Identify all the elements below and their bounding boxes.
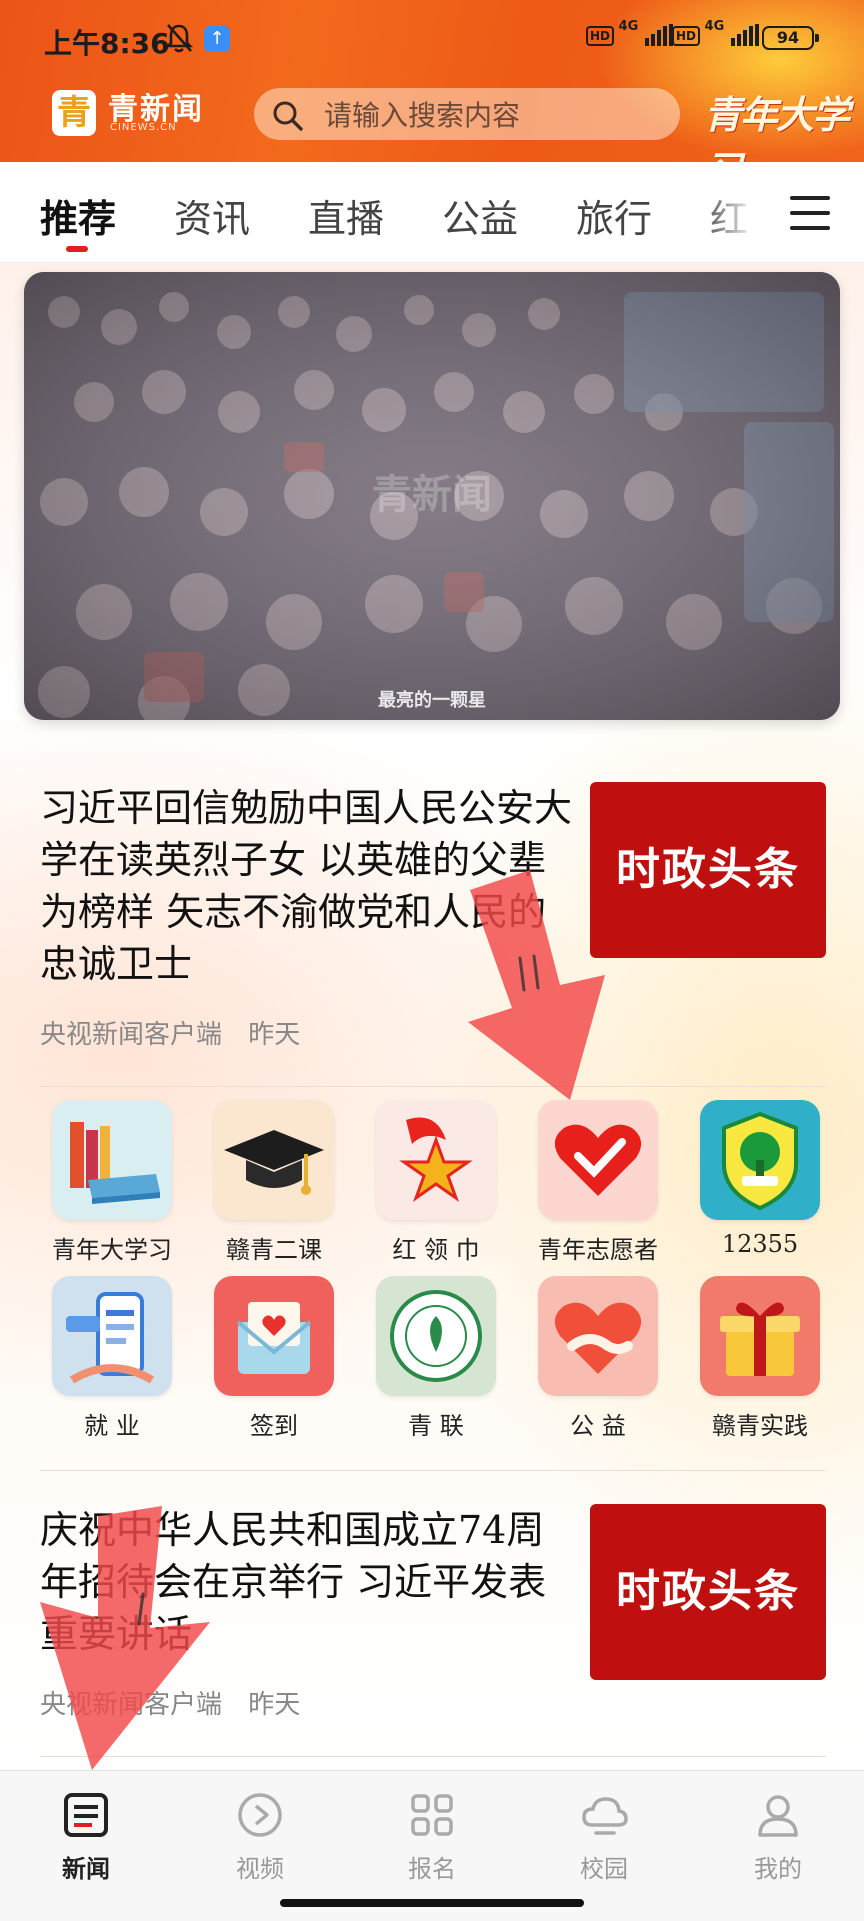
status-time: 上午8:36 [44,27,170,60]
bottom-navigation: 新闻 视频 报名 校园 我的 [0,1770,864,1921]
news-source: 央视新闻客户端 [40,1690,223,1720]
news-title[interactable]: 习近平回信勉励中国人民公安大学在读英烈子女 以英雄的父辈为榜样 矢志不渝做党和人… [40,782,580,990]
tab-charity[interactable]: 公益 [442,188,518,243]
shortcut-ganqing-practice[interactable]: 赣青实践 [680,1276,840,1441]
signal-bars-icon [643,24,673,46]
nav-news[interactable]: 新闻 [26,1791,146,1884]
shortcut-check-in[interactable]: 签到 [194,1276,354,1441]
category-tabs: 推荐 资讯 直播 公益 旅行 红 [0,162,864,263]
divider [40,1086,826,1087]
upload-icon: ↑ [204,26,230,52]
shortcut-label: 赣青实践 [712,1412,808,1440]
nav-label: 报名 [408,1855,456,1883]
divider [40,1470,826,1471]
app-header: 上午8:36 ↑ HD 4G HD 4G 94 青 青新闻 CINEWS.CN … [0,0,864,192]
tree-badge-icon [700,1100,820,1220]
news-source: 央视新闻客户端 [40,1020,223,1050]
shortcut-label: 公 益 [570,1412,626,1440]
video-play-icon [238,1793,282,1837]
gift-box-icon [700,1276,820,1396]
shortcut-label: 红 领 巾 [392,1236,480,1264]
nav-label: 校园 [580,1855,628,1883]
nav-label: 我的 [754,1855,802,1883]
shortcut-youth-volunteer[interactable]: 青年志愿者 [518,1100,678,1265]
shortcut-label: 青 联 [408,1412,464,1440]
shortcut-label: 青年大学习 [52,1236,172,1264]
hd-label: HD [586,26,615,46]
tab-travel[interactable]: 旅行 [576,188,652,243]
nav-signup[interactable]: 报名 [372,1791,492,1884]
signal-bars-icon [729,24,759,46]
phone-resume-icon [52,1276,172,1396]
nav-label: 视频 [236,1855,284,1883]
home-indicator [280,1899,584,1907]
app-logo-icon: 青 [52,90,96,136]
envelope-heart-icon [214,1276,334,1396]
banner-image[interactable]: 青新闻 最亮的一颗星 [24,272,840,720]
grid-apps-icon [411,1794,453,1836]
nav-video[interactable]: 视频 [200,1791,320,1884]
tab-live[interactable]: 直播 [308,188,384,243]
search-icon [273,101,303,131]
menu-icon[interactable] [790,196,830,230]
news-thumbnail[interactable]: 时政头条 [590,1504,826,1680]
shortcut-label: 12355 [721,1230,799,1258]
tab-fade-overlay [700,162,780,262]
banner-watermark: 青新闻 [372,472,492,518]
shortcut-employment[interactable]: 就 业 [32,1276,192,1441]
news-meta: 央视新闻客户端 昨天 [40,1684,300,1721]
nav-profile[interactable]: 我的 [718,1791,838,1884]
shortcut-label: 就 业 [84,1412,140,1440]
battery-indicator: 94 [762,26,819,50]
news-item[interactable]: 习近平回信勉励中国人民公安大学在读英烈子女 以英雄的父辈为榜样 矢志不渝做党和人… [40,782,830,1050]
shortcut-label: 青年志愿者 [538,1236,658,1264]
shortcut-label: 签到 [250,1412,298,1440]
books-icon [52,1100,172,1220]
shortcut-12355[interactable]: 12355 [680,1100,840,1258]
shortcut-red-scarf[interactable]: 红 领 巾 [356,1100,516,1265]
graduation-cap-icon [214,1100,334,1220]
network-type-1: 4G [618,18,639,34]
handshake-heart-icon [538,1276,658,1396]
tab-news[interactable]: 资讯 [174,188,250,243]
user-icon [758,1795,798,1837]
shortcut-label: 赣青二课 [226,1236,322,1264]
bell-off-icon [164,24,194,53]
shortcut-youth-federation[interactable]: 青 联 [356,1276,516,1441]
status-bar: 上午8:36 ↑ HD 4G HD 4G 94 [0,0,864,80]
network-type-2: 4G [704,18,725,34]
shortcut-charity[interactable]: 公 益 [518,1276,678,1441]
search-input[interactable] [322,88,666,142]
active-tab-indicator [66,246,88,252]
app-logo-subtitle: CINEWS.CN [110,122,177,133]
signal-2: HD 4G [672,19,759,54]
nav-label: 新闻 [62,1854,110,1883]
shortcut-ganqing-second-class[interactable]: 赣青二课 [194,1100,354,1265]
hd-label: HD [672,26,701,46]
shortcut-youth-study[interactable]: 青年大学习 [32,1100,192,1265]
signal-1: HD 4G [586,19,673,54]
red-scarf-star-icon [376,1100,496,1220]
news-title[interactable]: 庆祝中华人民共和国成立74周年招待会在京举行 习近平发表重要讲话 [40,1504,580,1660]
youth-federation-seal-icon [376,1276,496,1396]
news-thumbnail[interactable]: 时政头条 [590,782,826,958]
banner-caption: 最亮的一颗星 [378,690,486,711]
tab-recommend[interactable]: 推荐 [40,188,116,243]
news-meta: 央视新闻客户端 昨天 [40,1014,300,1051]
search-bar[interactable] [254,88,680,142]
divider [40,1756,826,1757]
news-time: 昨天 [248,1020,301,1050]
news-item[interactable]: 庆祝中华人民共和国成立74周年招待会在京举行 习近平发表重要讲话 央视新闻客户端… [40,1504,830,1734]
nav-campus[interactable]: 校园 [544,1791,664,1884]
cloud-icon [582,1797,628,1835]
news-icon [64,1793,108,1837]
volunteer-heart-icon [538,1100,658,1220]
news-time: 昨天 [248,1690,301,1720]
